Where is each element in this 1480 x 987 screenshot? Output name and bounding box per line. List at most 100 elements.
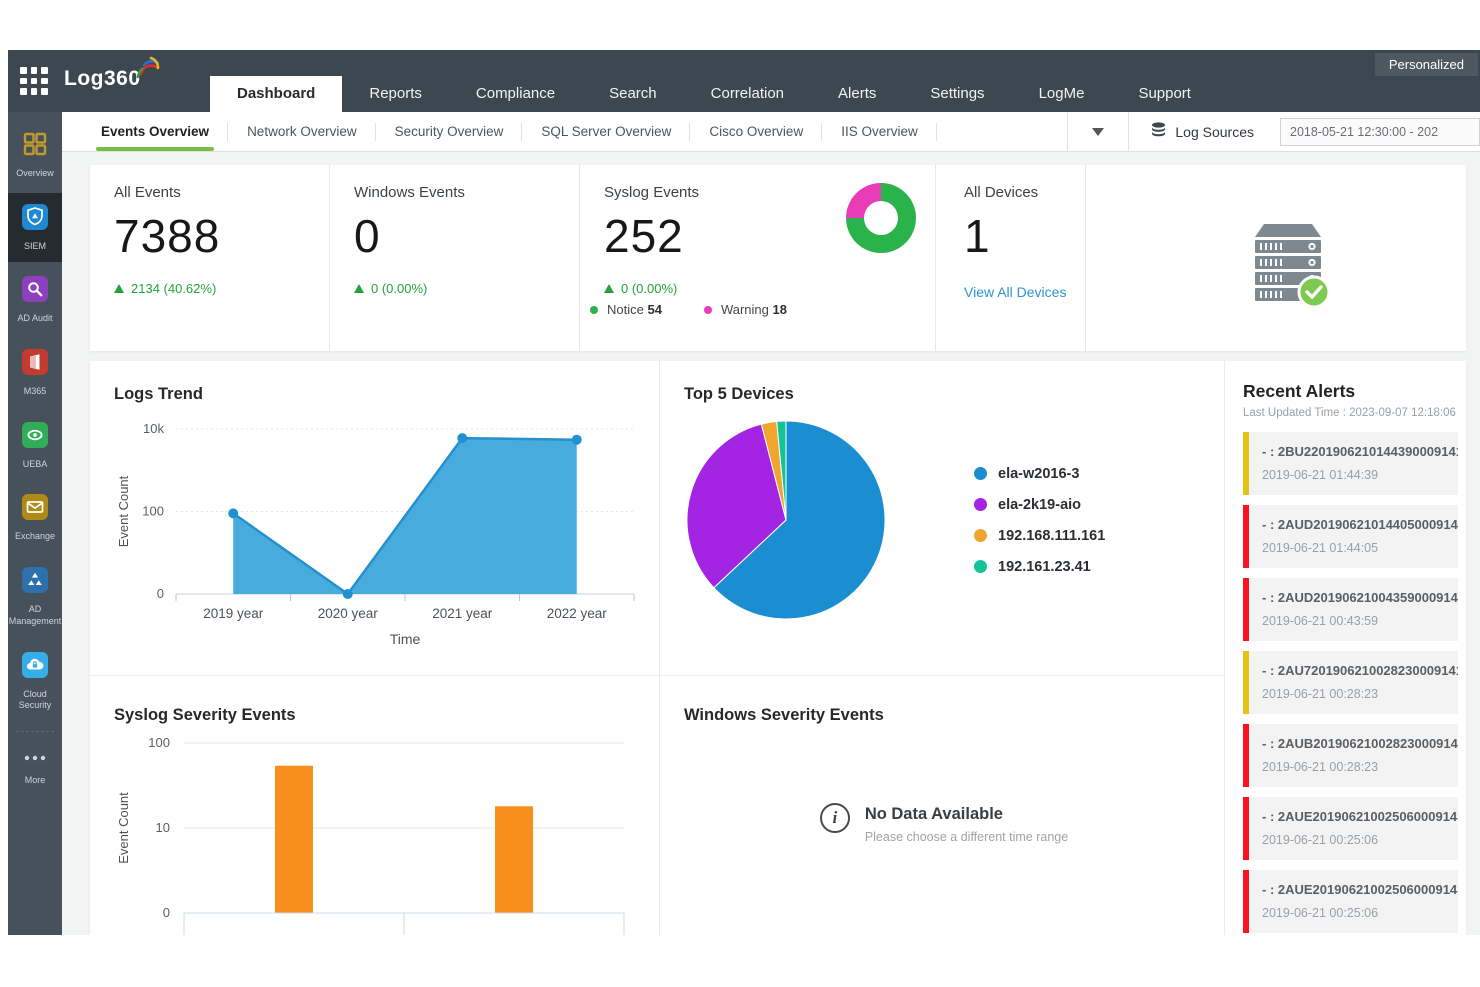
svg-text:0: 0 [157,586,164,601]
stat-value: 0 [354,209,579,263]
sidebar-item-exchange[interactable]: Exchange [8,483,62,553]
view-all-devices-link[interactable]: View All Devices [964,284,1085,300]
legend-dot [974,560,987,573]
svg-text:0: 0 [163,905,170,920]
sidebar-item-siem[interactable]: SIEM [8,193,62,263]
stat-label: Windows Events [354,184,579,201]
sidebar-item-cloud-security[interactable]: Cloud Security [8,641,62,722]
syslog-severity-chart: 010100Event Count [114,733,646,935]
sidebar-item-label: AD Audit [8,313,62,325]
nav-tab-alerts[interactable]: Alerts [811,76,903,112]
alerts-list: - : 2BU22019062101443900091410002019-06-… [1243,432,1458,935]
pie-legend-item-ela-w2016-3: ela-w2016-3 [974,466,1105,482]
sidebar-divider [16,731,54,732]
pie-legend-item-192-161-23-41: 192.161.23.41 [974,559,1105,575]
sidebar-item-label: Cloud Security [8,689,62,712]
m365-icon [22,349,48,380]
legend-label: ela-2k19-aio [998,497,1081,513]
nav-tab-logme[interactable]: LogMe [1012,76,1112,112]
sub-nav: Events OverviewNetwork OverviewSecurity … [62,112,1480,152]
alerts-last-updated: Last Updated Time : 2023-09-07 12:18:06 [1243,407,1458,419]
legend-label: Warning 18 [721,302,787,317]
main-content: All Events 7388 2134 (40.62%) Windows Ev… [62,152,1480,935]
legend-label: ela-w2016-3 [998,466,1079,482]
svg-text:Event Count: Event Count [116,475,131,547]
subnav-tab-sql-server-overview[interactable]: SQL Server Overview [522,112,690,151]
sidebar-item-ad-audit[interactable]: AD Audit [8,265,62,335]
sidebar-item-label: M365 [8,386,62,398]
nav-tab-settings[interactable]: Settings [903,76,1011,112]
alert-item[interactable]: - : 2BU22019062101443900091410002019-06-… [1243,432,1458,495]
sidebar-item-label: Overview [8,168,62,180]
alert-time: 2019-06-21 00:25:06 [1262,833,1452,847]
more-tabs-caret[interactable] [1067,112,1128,151]
active-tab-underline [96,147,214,151]
legend-label: 192.161.23.41 [998,559,1091,575]
svg-text:Event Count: Event Count [116,792,131,864]
syslog-events-legend: Notice 54 Warning 18 [590,302,787,317]
cloud-security-icon [22,652,48,683]
up-arrow-icon [354,284,364,293]
stat-all-events: All Events 7388 2134 (40.62%) [90,165,330,351]
alert-item[interactable]: - : 2AUE2019062100250600091430002019-06-… [1243,870,1458,933]
alert-time: 2019-06-21 00:28:23 [1262,687,1452,701]
stat-label: All Devices [964,184,1085,201]
nav-tab-dashboard[interactable]: Dashboard [210,76,342,112]
legend-label: 192.168.111.161 [998,528,1105,544]
sidebar-item-label: SIEM [8,241,62,253]
pie-legend-item-ela-2k19-aio: ela-2k19-aio [974,497,1105,513]
subnav-tab-security-overview[interactable]: Security Overview [376,112,523,151]
legend-dot [974,467,987,480]
sidebar-item-label: More [8,775,62,787]
alert-item[interactable]: - : 2AUD2019062101440500091410002019-06-… [1243,505,1458,568]
nav-tab-support[interactable]: Support [1111,76,1218,112]
logs-trend-chart: 010010k2019 year2020 year2021 year2022 y… [114,404,646,652]
personalized-badge[interactable]: Personalized [1375,53,1478,76]
sidebar-item-ad-management[interactable]: AD Management [8,556,62,637]
app-window: Log360 DashboardReportsComplianceSearchC… [8,50,1480,935]
nav-tab-reports[interactable]: Reports [342,76,449,112]
alert-item[interactable]: - : 2AUE2019062100250600091430002019-06-… [1243,797,1458,860]
date-range-input[interactable]: 2018-05-21 12:30:00 - 202 [1280,118,1480,146]
up-arrow-icon [114,284,124,293]
subnav-tab-events-overview[interactable]: Events Overview [82,112,228,151]
stat-all-devices: All Devices 1 View All Devices [936,165,1086,351]
sidebar-item-more[interactable]: More [8,740,62,797]
svg-text:2021 year: 2021 year [432,606,493,621]
alert-time: 2019-06-21 01:44:05 [1262,541,1452,555]
sidebar-item-ueba[interactable]: UEBA [8,411,62,481]
legend-dot [974,529,987,542]
alert-time: 2019-06-21 01:44:39 [1262,468,1452,482]
subnav-tab-network-overview[interactable]: Network Overview [228,112,376,151]
legend-label: Notice 54 [607,302,662,317]
legend-dot [704,306,712,314]
panel-title: Recent Alerts [1243,381,1458,402]
svg-text:2019 year: 2019 year [203,606,264,621]
log-sources-button[interactable]: Log Sources [1128,112,1276,151]
app-launcher-icon[interactable] [20,67,48,95]
legend-dot [590,306,598,314]
legend-item-notice: Notice 54 [590,302,662,317]
stat-delta: 2134 (40.62%) [131,281,216,296]
panel-title: Logs Trend [114,385,639,404]
ad-audit-icon [22,276,48,307]
top-devices-legend: ela-w2016-3 ela-2k19-aio 192.168.111.161 19… [974,466,1105,575]
subnav-tab-iis-overview[interactable]: IIS Overview [822,112,937,151]
syslog-events-donut-chart [846,183,916,253]
syslog-severity-panel: Syslog Severity Events 010100Event Count [90,676,660,935]
alert-item[interactable]: - : 2AU7201906210028230009141000 2019-06-… [1243,651,1458,714]
alert-item[interactable]: - : 2AUB2019062100282300091410002019-06-… [1243,724,1458,787]
sidebar-item-overview[interactable]: Overview [8,120,62,190]
alert-item[interactable]: - : 2AUD2019062100435900091400002019-06-… [1243,578,1458,641]
nav-tab-correlation[interactable]: Correlation [684,76,811,112]
top-devices-panel: Top 5 Devices ela-w2016-3 ela-2k19-aio 192… [660,361,1225,676]
subnav-tab-cisco-overview[interactable]: Cisco Overview [690,112,822,151]
nav-tab-compliance[interactable]: Compliance [449,76,582,112]
up-arrow-icon [604,284,614,293]
sidebar-item-m365[interactable]: M365 [8,338,62,408]
overview-icon [22,131,48,162]
alert-id: - : 2AU7201906210028230009141000 [1262,663,1452,678]
sidebar-item-label: Exchange [8,531,62,543]
nav-tab-search[interactable]: Search [582,76,684,112]
panel-title: Top 5 Devices [684,385,1204,404]
